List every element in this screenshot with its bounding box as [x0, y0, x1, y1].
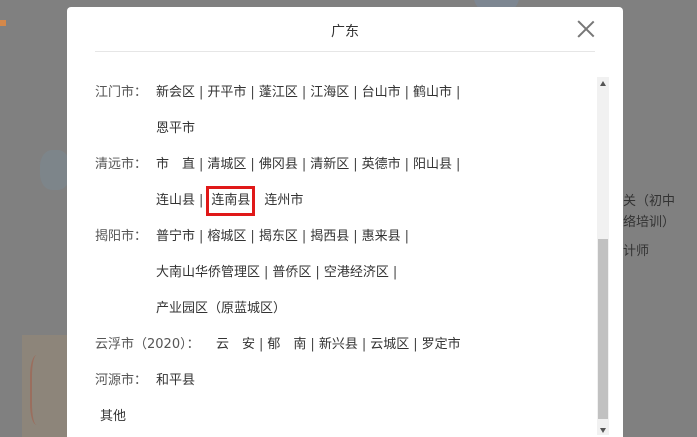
county-link[interactable]: 开平市 — [207, 75, 246, 111]
region-row: 其他 — [95, 399, 595, 435]
city-label: 揭阳市： — [95, 229, 148, 244]
scrollbar[interactable] — [597, 77, 609, 435]
county-link[interactable]: 台山市 — [362, 75, 401, 111]
county-link[interactable]: 揭西县 — [310, 219, 349, 255]
county-list: 产业园区（原蓝城区） — [156, 291, 286, 327]
separator: | — [456, 85, 461, 100]
separator: | — [404, 229, 410, 244]
region-list: 江门市： 新会区 | 开平市 | 蓬江区 | 江海区 | 台山市 | 鹤山市 | 恩平市 清远市：市 直 | 清… — [95, 75, 595, 435]
background-text: 关（初中 — [623, 194, 676, 209]
region-row: 揭阳市： 普宁市 | 榕城区 | 揭东区 | 揭西县 | 惠来县 | — [95, 219, 595, 255]
county-list: 普宁市 | 榕城区 | 揭东区 | 揭西县 | 惠来县 | — [156, 219, 413, 255]
separator: | — [353, 157, 358, 172]
separator: | — [301, 229, 307, 244]
background-text: 络培训） — [623, 215, 676, 230]
city-label: 江门市： — [95, 85, 148, 100]
city-label: 清远市： — [95, 157, 148, 172]
county-link[interactable]: 普宁市 — [156, 219, 195, 255]
separator: | — [199, 85, 204, 100]
county-link[interactable]: 连山县 — [156, 183, 195, 219]
region-row: 产业园区（原蓝城区） — [95, 291, 595, 327]
separator: | — [199, 193, 204, 208]
county-link[interactable]: 清新区 — [310, 147, 349, 183]
separator: | — [456, 157, 461, 172]
county-list: 大南山华侨管理区 | 普侨区 | 空港经济区 | — [156, 255, 401, 291]
separator: | — [413, 337, 418, 352]
county-link[interactable]: 清城区 — [207, 147, 246, 183]
city-label: 云浮市（2020）： — [95, 337, 200, 352]
separator: | — [250, 85, 255, 100]
county-link[interactable]: 新兴县 — [319, 327, 358, 363]
county-link[interactable]: 和平县 — [156, 363, 195, 399]
county-link[interactable]: 鹤山市 — [413, 75, 452, 111]
county-link[interactable]: 蓬江区 — [259, 75, 298, 111]
county-list: 恩平市 — [156, 111, 195, 147]
county-link[interactable]: 空港经济区 — [324, 255, 389, 291]
county-link[interactable]: 连州市 — [264, 183, 303, 219]
county-list: 云 安 | 郁 南 | 新兴县 | 云城区 | 罗定市 — [216, 327, 461, 363]
separator: | — [404, 157, 410, 172]
separator: | — [259, 337, 264, 352]
county-link[interactable]: 市 直 — [156, 147, 195, 183]
region-row: 连山县 | 连南县 连州市 — [95, 183, 595, 219]
other-link[interactable]: 其他 — [100, 399, 126, 435]
county-link[interactable]: 产业园区（原蓝城区） — [156, 291, 286, 327]
scrollbar-thumb[interactable] — [598, 239, 608, 419]
separator: | — [310, 337, 315, 352]
county-link[interactable]: 阳山县 — [413, 147, 452, 183]
background-map-fragment — [40, 150, 70, 190]
separator: | — [250, 157, 255, 172]
county-link[interactable]: 榕城区 — [207, 219, 246, 255]
county-link[interactable]: 云城区 — [370, 327, 409, 363]
separator: | — [264, 265, 269, 280]
county-list: 和平县 — [156, 363, 195, 399]
county-list: 新会区 | 开平市 | 蓬江区 | 江海区 | 台山市 | 鹤山市 | — [156, 75, 464, 111]
county-link[interactable]: 恩平市 — [156, 111, 195, 147]
county-link[interactable]: 佛冈县 — [259, 147, 298, 183]
scroll-up-arrow-icon[interactable] — [600, 81, 606, 86]
background-map-image — [22, 335, 67, 437]
separator: | — [250, 229, 255, 244]
region-row: 河源市： 和平县 — [95, 363, 595, 399]
region-row: 清远市：市 直 | 清城区 | 佛冈县 | 清新区 | 英德市 | 阳山县 | — [95, 147, 595, 183]
county-link[interactable]: 郁 南 — [267, 327, 306, 363]
separator: | — [392, 265, 398, 280]
county-list: 市 直 | 清城区 | 佛冈县 | 清新区 | 英德市 | 阳山县 | — [156, 147, 464, 183]
background-accent — [0, 20, 6, 26]
region-row: 大南山华侨管理区 | 普侨区 | 空港经济区 | — [95, 255, 595, 291]
separator: | — [315, 265, 320, 280]
separator: | — [361, 337, 367, 352]
county-link[interactable]: 英德市 — [362, 147, 401, 183]
county-link[interactable]: 普侨区 — [272, 255, 311, 291]
close-icon[interactable] — [577, 20, 595, 38]
dialog-header: 广东 — [95, 7, 595, 52]
separator: | — [353, 85, 358, 100]
county-link[interactable]: 江海区 — [310, 75, 349, 111]
county-link[interactable]: 云 安 — [216, 327, 255, 363]
separator: | — [301, 85, 307, 100]
region-row: 云浮市（2020）：云 安 | 郁 南 | 新兴县 | 云城区 | 罗定市 — [95, 327, 595, 363]
city-label: 河源市： — [95, 373, 148, 388]
separator: | — [404, 85, 410, 100]
separator: | — [199, 157, 204, 172]
county-link[interactable]: 惠来县 — [362, 219, 401, 255]
dialog-title: 广东 — [331, 24, 359, 40]
separator: | — [353, 229, 358, 244]
separator: | — [199, 229, 204, 244]
county-list: 连山县 | 连南县 连州市 — [156, 183, 303, 219]
region-row: 恩平市 — [95, 111, 595, 147]
region-dialog: 广东 江门市： 新会区 | 开平市 | 蓬江区 | 江海区 | 台山市 | 鹤山市 | 恩平市 清远市：市 … — [67, 7, 623, 437]
background-text: 计师 — [623, 244, 650, 259]
region-row: 江门市： 新会区 | 开平市 | 蓬江区 | 江海区 | 台山市 | 鹤山市 | — [95, 75, 595, 111]
scroll-down-arrow-icon[interactable] — [600, 428, 606, 433]
county-link[interactable]: 新会区 — [156, 75, 195, 111]
county-link[interactable]: 大南山华侨管理区 — [156, 255, 260, 291]
separator: | — [301, 157, 307, 172]
county-link-selected[interactable]: 连南县 — [206, 186, 256, 216]
county-link[interactable]: 揭东区 — [259, 219, 298, 255]
county-link[interactable]: 罗定市 — [422, 327, 461, 363]
